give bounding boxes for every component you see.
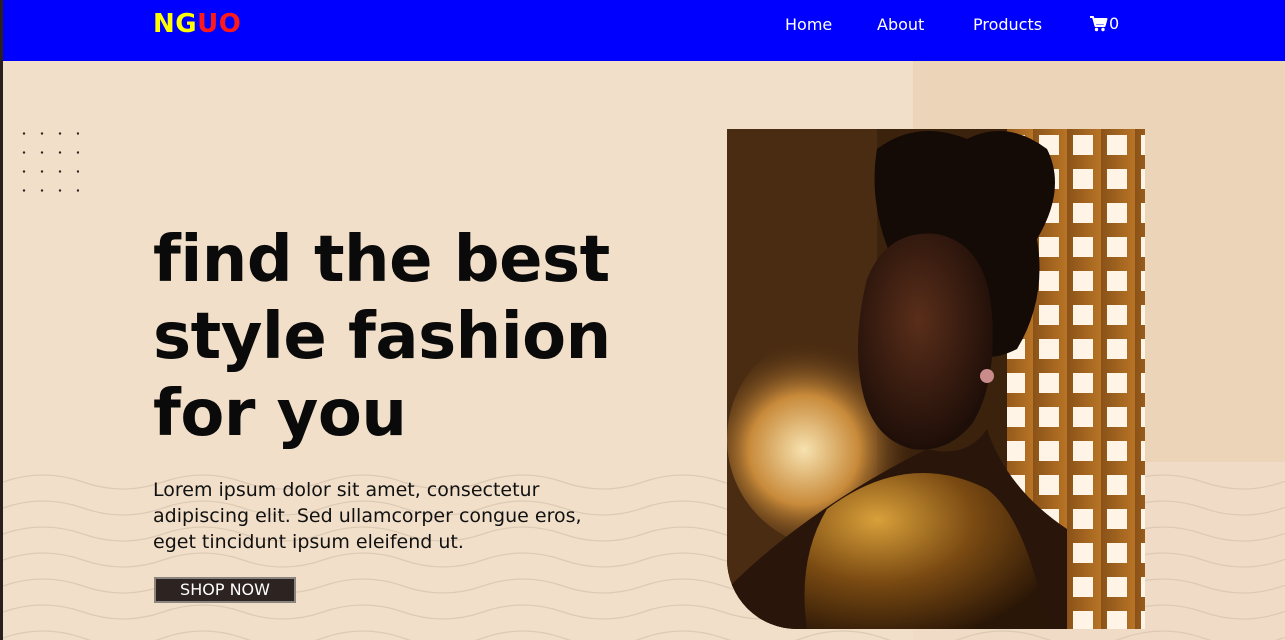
description-line-3: eget tincidunt ipsum eleifend ut. xyxy=(153,531,464,553)
description-line-2: adipiscing elit. Sed ullamcorper congue … xyxy=(153,505,582,527)
nav-link-home[interactable]: Home xyxy=(785,15,832,34)
headline-line-3: for you xyxy=(153,377,407,451)
brand-logo[interactable]: NGUO xyxy=(153,9,241,39)
top-navbar: NGUO Home About Products 0 xyxy=(3,0,1285,61)
hero-headline: find the best style fashion for you xyxy=(153,222,673,453)
hero-photo xyxy=(727,129,1145,629)
hero-description: Lorem ipsum dolor sit amet, consectetur … xyxy=(153,477,613,555)
cart-count: 0 xyxy=(1109,14,1120,33)
nav-link-about[interactable]: About xyxy=(877,15,924,34)
dot-grid-decoration xyxy=(15,124,79,208)
nav-link-products[interactable]: Products xyxy=(973,15,1042,34)
cart-button[interactable]: 0 xyxy=(1090,14,1119,33)
description-line-1: Lorem ipsum dolor sit amet, consectetur xyxy=(153,479,540,501)
logo-part-2: UO xyxy=(197,9,242,39)
logo-part-1: NG xyxy=(153,9,198,39)
headline-line-2: style fashion xyxy=(153,300,611,374)
landing-page: NGUO Home About Products 0 find the best… xyxy=(3,0,1285,640)
headline-line-1: find the best xyxy=(153,223,610,297)
shop-now-button[interactable]: SHOP NOW xyxy=(154,577,296,603)
shopping-cart-icon xyxy=(1090,15,1108,32)
